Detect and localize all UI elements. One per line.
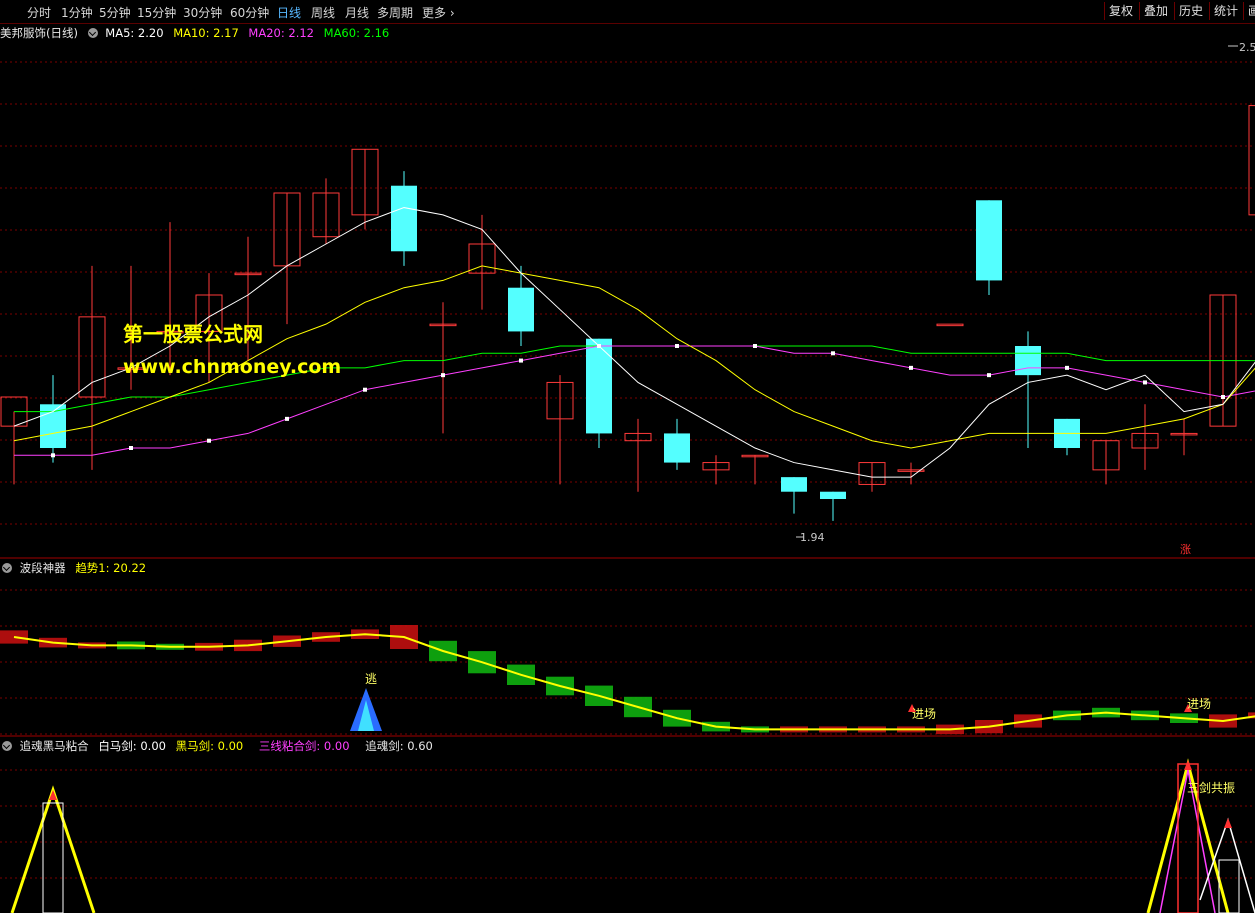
candle-body-down bbox=[586, 338, 612, 434]
ma20-dot bbox=[51, 453, 55, 458]
ma20-dot bbox=[675, 344, 679, 348]
ma20-dot bbox=[1221, 395, 1225, 399]
ma10-value: MA10: 2.17 bbox=[173, 26, 239, 40]
white-horse-value: 白马剑: 0.00 bbox=[98, 739, 166, 753]
panel-toggle-icon[interactable] bbox=[87, 28, 98, 38]
candle-body-down bbox=[781, 477, 807, 492]
main-panel-header: 美邦服饰(日线) MA5: 2.20 MA10: 2.17 MA20: 2.12… bbox=[0, 25, 389, 41]
price-chart-canvas[interactable]: 1.94 2.5 涨 逃 进场 进场 三剑共振 bbox=[0, 0, 1255, 913]
chase-soul-value: 追魂剑: 0.60 bbox=[365, 739, 433, 753]
indicator1-toggle-icon[interactable] bbox=[2, 563, 12, 573]
candle-body-down bbox=[40, 404, 66, 448]
escape-signal-label: 逃 bbox=[365, 672, 377, 686]
ma20-dot bbox=[753, 344, 757, 348]
candle-body-down bbox=[1015, 346, 1041, 376]
watermark-title: 第一股票公式网 bbox=[123, 322, 263, 346]
entry-signal-label-1: 进场 bbox=[912, 707, 936, 721]
white-horse-bar bbox=[42, 802, 64, 913]
ma20-dot bbox=[129, 446, 133, 450]
indicator1-header: 波段神器 趋势1: 20.22 bbox=[2, 560, 146, 576]
rise-badge: 涨 bbox=[1180, 543, 1191, 556]
ma20-dot bbox=[519, 358, 523, 363]
stock-name: 美邦服饰(日线) bbox=[0, 26, 78, 40]
candle-body-up bbox=[1248, 105, 1255, 216]
wave-indicator-plot bbox=[0, 625, 1255, 735]
candle-body-down bbox=[976, 200, 1002, 281]
ma60-value: MA60: 2.16 bbox=[323, 26, 390, 40]
indicator2-header: 追魂黑马粘合 白马剑: 0.00 黑马剑: 0.00 三线粘合剑: 0.00 追… bbox=[2, 738, 433, 754]
ma20-dot bbox=[1143, 380, 1147, 385]
high-price-marker: 2.5 bbox=[1239, 41, 1255, 54]
ma20-dot bbox=[207, 438, 211, 443]
watermark-url: www.chnmoney.com bbox=[123, 356, 342, 378]
ma20-dot bbox=[441, 373, 445, 378]
ma20-dot bbox=[909, 365, 913, 370]
candle-body-down bbox=[664, 433, 690, 463]
black-horse-sword bbox=[10, 785, 96, 913]
indicator1-name: 波段神器 bbox=[19, 561, 66, 575]
sword-arrow-icon bbox=[1224, 818, 1232, 828]
candle-body-down bbox=[508, 287, 534, 332]
candle-body-up bbox=[936, 323, 964, 327]
indicator2-name: 追魂黑马粘合 bbox=[19, 739, 89, 753]
trend-value: 趋势1: 20.22 bbox=[75, 561, 147, 575]
ma20-dot bbox=[1065, 365, 1069, 370]
ma20-dot bbox=[987, 373, 991, 378]
candle-body-down bbox=[391, 185, 417, 252]
stock-chart-window: 分时 1分钟 5分钟 15分钟 30分钟 60分钟 日线 周线 月线 多周期 更… bbox=[0, 0, 1255, 913]
ma20-dot bbox=[831, 351, 835, 356]
black-horse-value: 黑马剑: 0.00 bbox=[175, 739, 244, 753]
ma20-dot bbox=[363, 387, 367, 392]
chart-grid bbox=[0, 61, 1255, 879]
resonance-signal-label: 三剑共振 bbox=[1187, 780, 1235, 795]
candle-body-down bbox=[820, 491, 846, 499]
candlestick-series bbox=[0, 105, 1255, 521]
sword-indicator-plot bbox=[10, 758, 1255, 913]
ma20-dot bbox=[285, 416, 289, 421]
indicator2-toggle-icon[interactable] bbox=[2, 741, 12, 751]
ma5-value: MA5: 2.20 bbox=[105, 26, 164, 40]
three-line-value: 三线粘合剑: 0.00 bbox=[258, 739, 350, 753]
sword-arrow-icon bbox=[1184, 760, 1192, 770]
ma20-value: MA20: 2.12 bbox=[248, 26, 314, 40]
entry-signal-label-2: 进场 bbox=[1187, 697, 1211, 711]
